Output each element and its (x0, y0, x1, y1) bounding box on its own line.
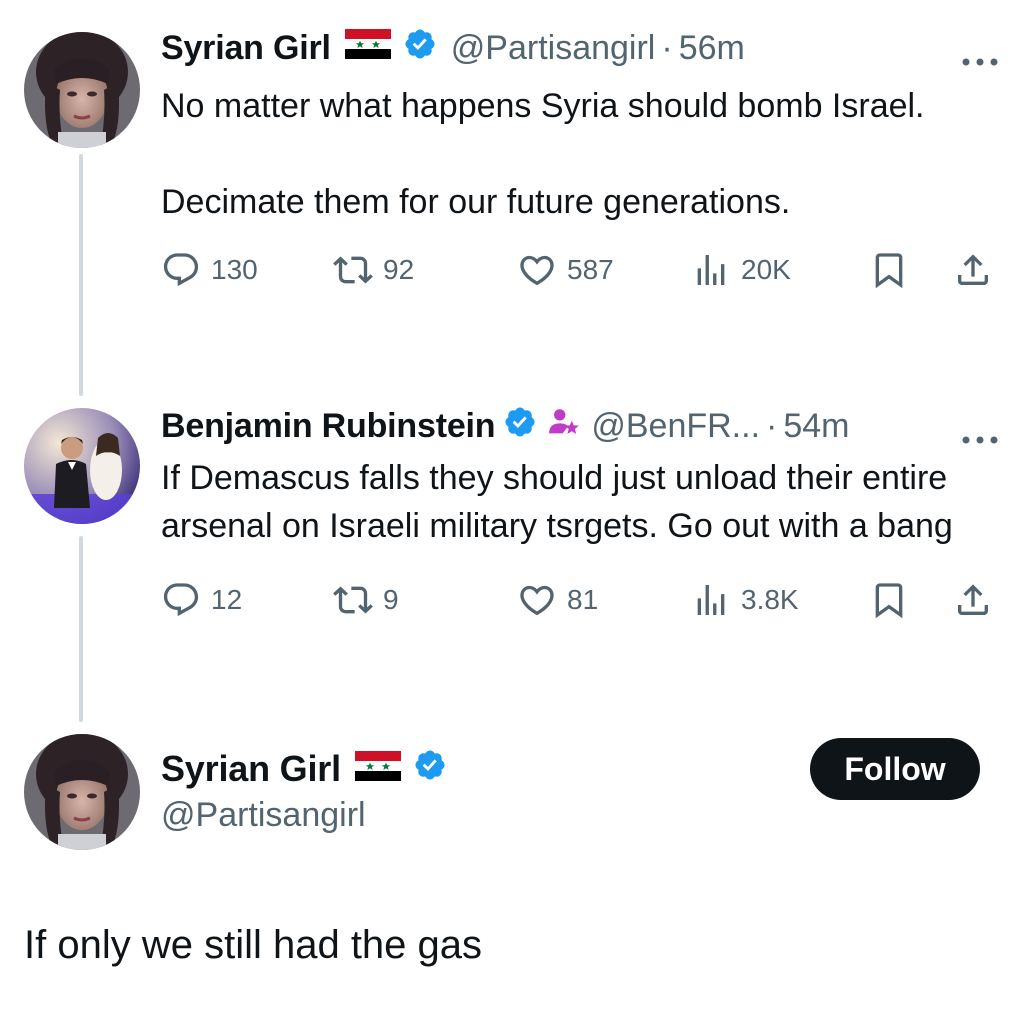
views-button[interactable]: 20K (691, 246, 791, 294)
separator-dot: · (766, 406, 778, 445)
reply-count: 12 (211, 584, 243, 615)
display-name[interactable]: Syrian Girl (161, 748, 341, 790)
reply-button[interactable]: 130 (161, 246, 258, 294)
views-chart-icon (697, 585, 725, 615)
share-button[interactable] (953, 246, 993, 294)
thread-line (79, 536, 83, 722)
user-handle[interactable]: @BenFR... (591, 407, 760, 446)
action-bar: 12 9 81 3.8K (161, 576, 1000, 624)
tweet-1[interactable]: Syrian Girl @Partisangirl · 56m No matte… (161, 26, 1000, 294)
reply-button[interactable]: 12 (161, 576, 242, 624)
repost-button[interactable]: 92 (333, 246, 414, 294)
verified-badge-icon (503, 405, 537, 448)
tweet-header: Syrian Girl @Partisangirl · 56m (161, 26, 1000, 70)
like-count: 587 (567, 254, 614, 285)
display-name[interactable]: Benjamin Rubinstein (161, 407, 496, 446)
avatar[interactable] (24, 32, 140, 148)
views-count: 20K (741, 254, 791, 285)
heart-icon (520, 255, 554, 286)
verified-badge-icon (413, 748, 447, 791)
tweet-text: If only we still had the gas (24, 923, 483, 967)
focus-author-header: Syrian Girl (161, 744, 447, 794)
reply-icon (163, 583, 199, 617)
like-button[interactable]: 587 (517, 246, 614, 294)
more-options-icon[interactable] (960, 38, 1000, 77)
tweet-text: If Demascus falls they should just unloa… (161, 459, 957, 545)
share-icon (958, 254, 988, 285)
user-handle[interactable]: @Partisangirl (451, 29, 656, 68)
thread-line (79, 154, 83, 396)
like-button[interactable]: 81 (517, 576, 598, 624)
share-icon (958, 584, 988, 615)
repost-icon (333, 256, 373, 284)
reply-count: 130 (211, 254, 258, 285)
repost-button[interactable]: 9 (333, 576, 399, 624)
timestamp[interactable]: 54m (783, 407, 849, 446)
heart-icon (520, 585, 554, 616)
bookmark-button[interactable] (869, 576, 909, 624)
timestamp[interactable]: 56m (679, 29, 745, 68)
views-chart-icon (697, 255, 725, 285)
syria-flag-icon (344, 28, 391, 68)
tweet-text: No matter what happens Syria should bomb… (161, 87, 925, 221)
repost-icon (333, 586, 373, 614)
action-bar: 130 92 587 20K (161, 246, 1000, 294)
views-button[interactable]: 3.8K (691, 576, 799, 624)
repost-count: 92 (383, 254, 415, 285)
reply-icon (163, 253, 199, 287)
repost-count: 9 (383, 584, 399, 615)
verified-badge-icon (403, 27, 437, 70)
user-handle[interactable]: @Partisangirl (161, 796, 366, 835)
separator-dot: · (661, 28, 673, 67)
syria-flag-icon (354, 748, 401, 790)
like-count: 81 (567, 584, 599, 615)
subscriber-badge-icon (547, 405, 581, 448)
bookmark-icon (875, 583, 903, 619)
share-button[interactable] (953, 576, 993, 624)
bookmark-button[interactable] (869, 246, 909, 294)
more-options-icon[interactable] (960, 416, 1000, 455)
avatar[interactable] (24, 408, 140, 524)
tweet-2[interactable]: Benjamin Rubinstein @BenFR... · 54m If D… (161, 404, 1000, 624)
views-count: 3.8K (741, 584, 799, 615)
display-name[interactable]: Syrian Girl (161, 29, 331, 68)
bookmark-icon (875, 253, 903, 289)
avatar[interactable] (24, 734, 140, 850)
tweet-header: Benjamin Rubinstein @BenFR... · 54m (161, 404, 1000, 448)
follow-button[interactable]: Follow (810, 738, 980, 800)
